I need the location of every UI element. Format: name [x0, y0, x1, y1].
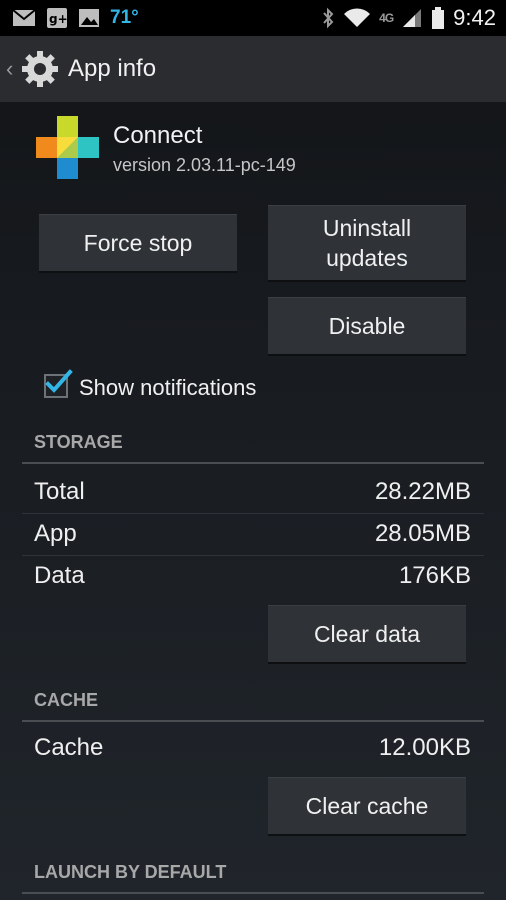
force-stop-label: Force stop — [83, 230, 193, 256]
launch-by-default-header-text: LAUNCH BY DEFAULT — [34, 862, 227, 882]
battery-icon — [431, 7, 445, 29]
action-bar: ‹ App info — [0, 36, 506, 103]
clear-data-label: Clear data — [313, 621, 421, 647]
storage-header-text: STORAGE — [34, 432, 123, 452]
clear-data-button[interactable]: Clear data — [268, 605, 466, 662]
cache-section-header: CACHE — [22, 686, 484, 722]
uninstall-updates-button[interactable]: Uninstall updates — [268, 205, 466, 280]
wifi-icon — [343, 7, 371, 29]
checkmark-icon — [42, 368, 74, 403]
storage-app-label: App — [34, 520, 77, 547]
storage-app-value: 28.05MB — [374, 520, 471, 547]
app-version: version 2.03.11-pc-149 — [113, 155, 296, 175]
status-bar: g+ 71° 4G 9:42 — [0, 0, 506, 36]
network-type: 4G — [379, 11, 394, 25]
cache-value: 12.00KB — [378, 734, 471, 761]
clock: 9:42 — [453, 5, 496, 30]
clear-cache-button[interactable]: Clear cache — [268, 777, 466, 834]
bluetooth-icon — [321, 7, 335, 29]
row-divider — [22, 513, 484, 514]
page-title: App info — [68, 55, 157, 82]
cache-label: Cache — [34, 734, 104, 761]
signal-icon — [401, 7, 423, 29]
storage-row-data: Data 176KB — [34, 562, 471, 592]
weather-temperature: 71° — [110, 7, 139, 28]
row-divider — [22, 555, 484, 556]
cache-row: Cache 12.00KB — [34, 734, 471, 764]
gallery-icon — [78, 8, 100, 28]
uninstall-updates-label-line2: updates — [326, 245, 408, 271]
storage-section-header: STORAGE — [22, 428, 484, 464]
gmail-icon — [12, 9, 36, 27]
storage-row-total: Total 28.22MB — [34, 478, 471, 508]
clear-cache-label: Clear cache — [305, 793, 429, 819]
storage-data-value: 176KB — [398, 562, 471, 589]
show-notifications-label[interactable]: Show notifications — [79, 375, 256, 401]
storage-total-label: Total — [34, 478, 85, 505]
google-plus-icon: g+ — [46, 7, 68, 29]
storage-row-app: App 28.05MB — [34, 520, 471, 550]
disable-button[interactable]: Disable — [268, 297, 466, 354]
storage-data-label: Data — [34, 562, 85, 589]
svg-text:g+: g+ — [49, 12, 68, 26]
back-chevron-icon[interactable]: ‹ — [6, 56, 16, 82]
launch-by-default-section-header: LAUNCH BY DEFAULT — [22, 858, 484, 894]
settings-gear-icon[interactable] — [20, 49, 60, 89]
disable-label: Disable — [328, 313, 406, 339]
app-name: Connect — [113, 122, 203, 149]
uninstall-updates-label-line1: Uninstall — [322, 215, 412, 241]
cache-header-text: CACHE — [34, 690, 99, 710]
force-stop-button[interactable]: Force stop — [39, 214, 237, 271]
storage-total-value: 28.22MB — [374, 478, 471, 505]
connect-app-icon — [36, 116, 100, 180]
